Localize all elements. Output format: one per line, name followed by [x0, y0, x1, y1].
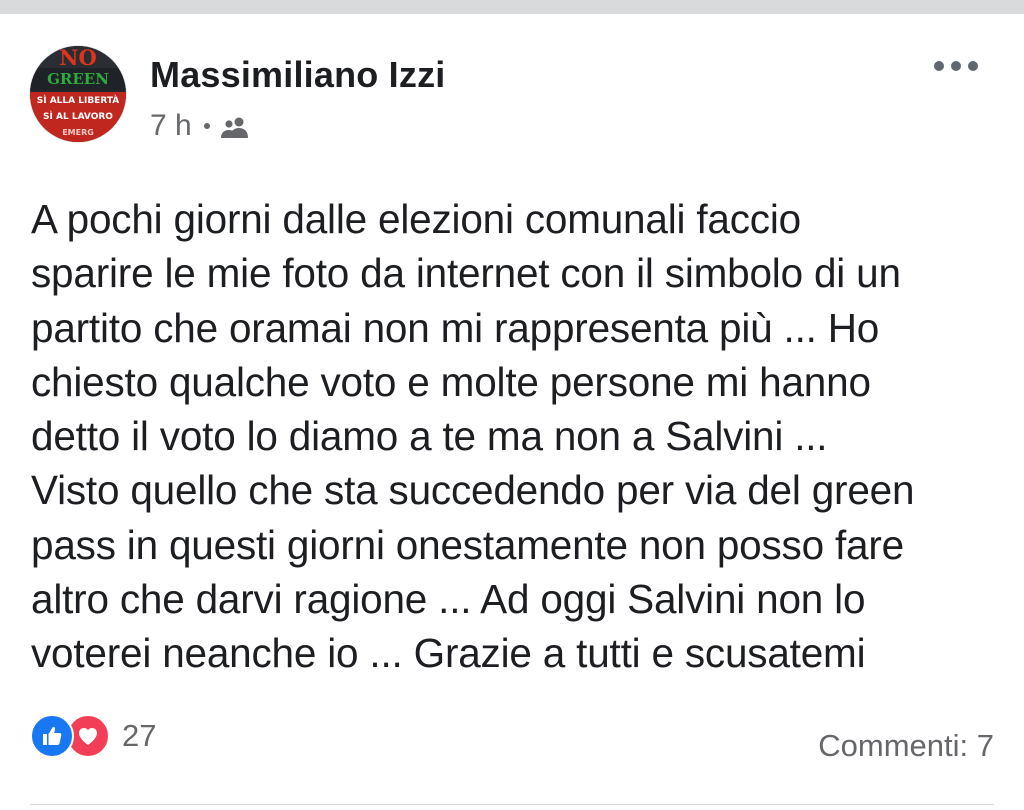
more-dot	[934, 61, 944, 71]
top-strip	[0, 0, 1024, 14]
more-options-icon[interactable]	[934, 54, 978, 78]
author-name[interactable]: Massimiliano Izzi	[150, 54, 445, 96]
avatar-text-green-pass: GREEN PASS	[30, 68, 126, 110]
more-dot	[968, 61, 978, 71]
avatar-image: NO GREEN PASS SÌ ALLA LIBERTÀ SÌ AL LAVO…	[30, 46, 126, 142]
avatar-text-no: NO	[30, 46, 126, 70]
avatar-text-lavoro: SÌ AL LAVORO	[43, 112, 113, 122]
reactions-summary[interactable]: 27	[30, 714, 156, 758]
post-card: NO GREEN PASS SÌ ALLA LIBERTÀ SÌ AL LAVO…	[0, 14, 1024, 810]
comments-count-link[interactable]: Commenti: 7	[818, 728, 994, 764]
post-meta: 7 h	[150, 108, 250, 144]
post-body-text: A pochi giorni dalle elezioni comunali f…	[31, 196, 915, 677]
friends-icon[interactable]	[220, 114, 250, 138]
like-icon	[30, 714, 74, 758]
reaction-count: 27	[122, 718, 157, 753]
post-timestamp[interactable]: 7 h	[150, 109, 192, 143]
reaction-icons	[30, 714, 112, 758]
more-dot	[951, 61, 961, 71]
avatar-text-emerg: EMERG	[62, 128, 94, 137]
meta-separator-dot	[203, 123, 210, 129]
footer-divider	[30, 804, 994, 805]
author-avatar[interactable]: NO GREEN PASS SÌ ALLA LIBERTÀ SÌ AL LAVO…	[30, 46, 126, 142]
avatar-text-liberta: SÌ ALLA LIBERTÀ	[36, 96, 120, 106]
